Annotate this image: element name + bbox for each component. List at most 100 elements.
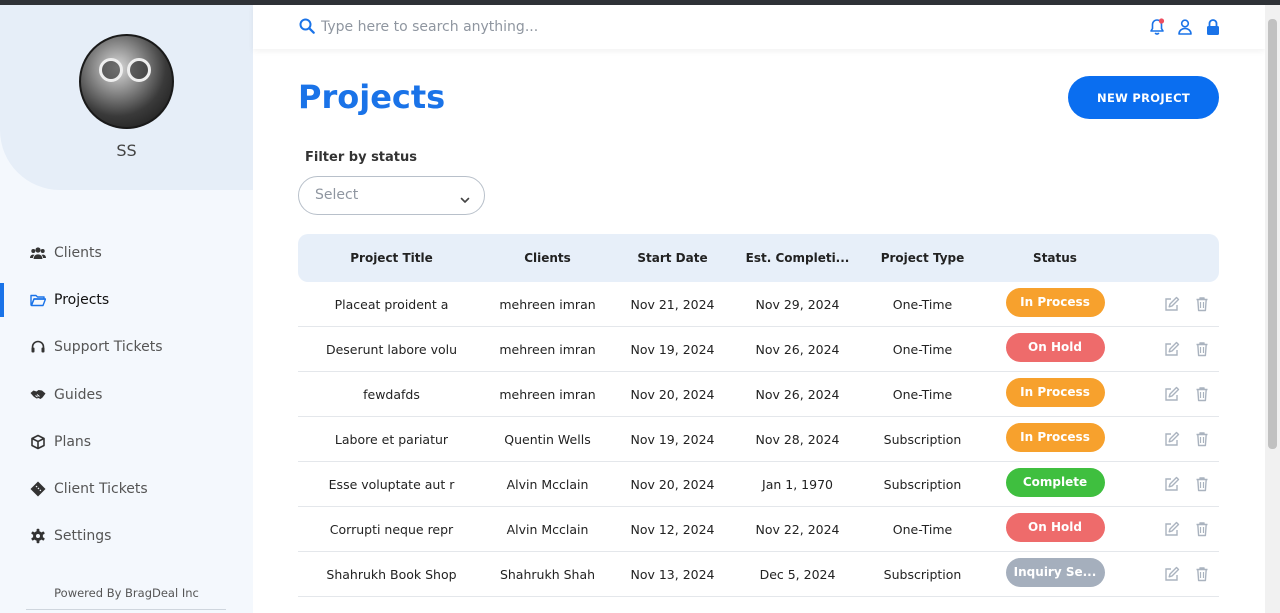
trash-icon[interactable] (1194, 476, 1210, 492)
edit-icon[interactable] (1164, 476, 1180, 492)
headset-icon (30, 339, 46, 355)
edit-icon[interactable] (1164, 566, 1180, 582)
start-date-cell: Nov 19, 2024 (630, 431, 715, 447)
status-badge: Inquiry Se... (1005, 558, 1105, 587)
status-cell: In Process (985, 288, 1125, 320)
table-header: Project Title Clients Start Date Est. Co… (298, 234, 1219, 282)
table-row[interactable]: Corrupti neque repr Alvin Mcclain Nov 12, … (298, 507, 1219, 552)
column-header-clients[interactable]: Clients (485, 251, 610, 265)
status-cell: In Process (985, 423, 1125, 455)
client-cell: mehreen imran (499, 296, 596, 312)
header-icons (1149, 18, 1221, 40)
client-cell: mehreen imran (499, 341, 596, 357)
table-row[interactable]: Placeat proident a mehreen imran Nov 21, 2… (298, 282, 1219, 327)
trash-icon[interactable] (1194, 341, 1210, 357)
project-title-cell: fewdafds (363, 386, 420, 402)
status-filter-select[interactable]: Select (298, 176, 485, 215)
start-date-cell: Nov 20, 2024 (630, 386, 715, 402)
status-badge: In Process (1005, 288, 1105, 317)
trash-icon[interactable] (1194, 521, 1210, 537)
table-row[interactable]: Deserunt labore volu mehreen imran Nov 19,… (298, 327, 1219, 372)
profile-panel: SS (0, 5, 253, 190)
new-project-button[interactable]: NEW PROJECT (1068, 76, 1219, 119)
edit-icon[interactable] (1164, 341, 1180, 357)
page-title: Projects (298, 78, 446, 116)
table-row[interactable]: fewdafds mehreen imran Nov 20, 2024 Nov 26,… (298, 372, 1219, 417)
status-cell: In Process (985, 378, 1125, 410)
est-completion-cell: Nov 26, 2024 (755, 341, 840, 357)
est-completion-cell: Nov 28, 2024 (755, 431, 840, 447)
est-completion-cell: Jan 1, 1970 (762, 476, 833, 492)
column-header-est-completion[interactable]: Est. Completi... (735, 251, 860, 265)
search-icon[interactable] (299, 18, 315, 38)
edit-icon[interactable] (1164, 521, 1180, 537)
client-cell: Quentin Wells (504, 431, 591, 447)
start-date-cell: Nov 19, 2024 (630, 341, 715, 357)
bell-icon[interactable] (1149, 18, 1165, 40)
sidebar-footer-divider (26, 609, 226, 610)
powered-by-text: Powered By BragDeal Inc (54, 586, 199, 600)
search-input[interactable] (321, 15, 821, 39)
start-date-cell: Nov 13, 2024 (630, 566, 715, 582)
sidebar-item-support-tickets[interactable]: Support Tickets (0, 324, 253, 371)
column-header-project-type[interactable]: Project Type (860, 251, 985, 265)
handshake-icon (30, 387, 46, 403)
edit-icon[interactable] (1164, 296, 1180, 312)
status-badge: On Hold (1005, 513, 1105, 542)
users-icon (30, 245, 46, 261)
est-completion-cell: Nov 29, 2024 (755, 296, 840, 312)
lock-icon[interactable] (1205, 18, 1221, 40)
project-title-cell: Corrupti neque repr (329, 521, 454, 537)
table-row[interactable]: Labore et pariatur Quentin Wells Nov 19, 2… (298, 417, 1219, 462)
table-row[interactable]: Shahrukh Book Shop Shahrukh Shah Nov 13, 2… (298, 552, 1219, 597)
sidebar-item-settings[interactable]: Settings (0, 513, 253, 560)
trash-icon[interactable] (1194, 296, 1210, 312)
row-actions (1125, 521, 1219, 537)
client-cell: Alvin Mcclain (506, 521, 589, 537)
trash-icon[interactable] (1194, 431, 1210, 447)
client-cell: Shahrukh Shah (499, 566, 596, 582)
ticket-icon (30, 481, 46, 497)
edit-icon[interactable] (1164, 386, 1180, 402)
sidebar-item-client-tickets[interactable]: Client Tickets (0, 465, 253, 512)
table-row[interactable]: Esse voluptate aut r Alvin Mcclain Nov 20,… (298, 462, 1219, 507)
row-actions (1125, 566, 1219, 582)
client-cell: Alvin Mcclain (506, 476, 589, 492)
status-badge: On Hold (1005, 333, 1105, 362)
sidebar-nav: Clients Projects Support Tickets Guides … (0, 229, 253, 560)
column-header-start-date[interactable]: Start Date (610, 251, 735, 265)
column-header-status[interactable]: Status (985, 251, 1125, 265)
project-title-cell: Deserunt labore volu (325, 341, 458, 357)
sidebar-item-clients[interactable]: Clients (0, 229, 253, 276)
start-date-cell: Nov 20, 2024 (630, 476, 715, 492)
scrollbar-thumb[interactable] (1268, 19, 1277, 449)
filter-label: Filter by status (305, 150, 417, 165)
project-type-cell: Subscription (883, 566, 962, 582)
sidebar-item-guides[interactable]: Guides (0, 371, 253, 418)
edit-icon[interactable] (1164, 431, 1180, 447)
est-completion-cell: Dec 5, 2024 (759, 566, 836, 582)
row-actions (1125, 341, 1219, 357)
status-cell: On Hold (985, 513, 1125, 545)
project-type-cell: One-Time (892, 341, 953, 357)
folder-icon (30, 292, 46, 308)
top-bar (253, 5, 1265, 49)
user-icon[interactable] (1177, 18, 1193, 40)
sidebar-item-plans[interactable]: Plans (0, 418, 253, 465)
trash-icon[interactable] (1194, 386, 1210, 402)
page-scrollbar[interactable] (1265, 5, 1280, 613)
column-header-project-title[interactable]: Project Title (298, 251, 485, 265)
sidebar-item-label: Settings (54, 528, 112, 545)
est-completion-cell: Nov 22, 2024 (755, 521, 840, 537)
sidebar-item-label: Clients (54, 244, 102, 261)
start-date-cell: Nov 21, 2024 (630, 296, 715, 312)
sidebar-item-label: Client Tickets (54, 481, 148, 498)
status-cell: Complete (985, 468, 1125, 500)
avatar[interactable] (79, 34, 174, 129)
row-actions (1125, 386, 1219, 402)
trash-icon[interactable] (1194, 566, 1210, 582)
table-body: Placeat proident a mehreen imran Nov 21, 2… (298, 282, 1219, 597)
gear-icon (30, 528, 46, 544)
avatar-glasses-left (99, 58, 123, 82)
sidebar-item-projects[interactable]: Projects (0, 276, 253, 323)
